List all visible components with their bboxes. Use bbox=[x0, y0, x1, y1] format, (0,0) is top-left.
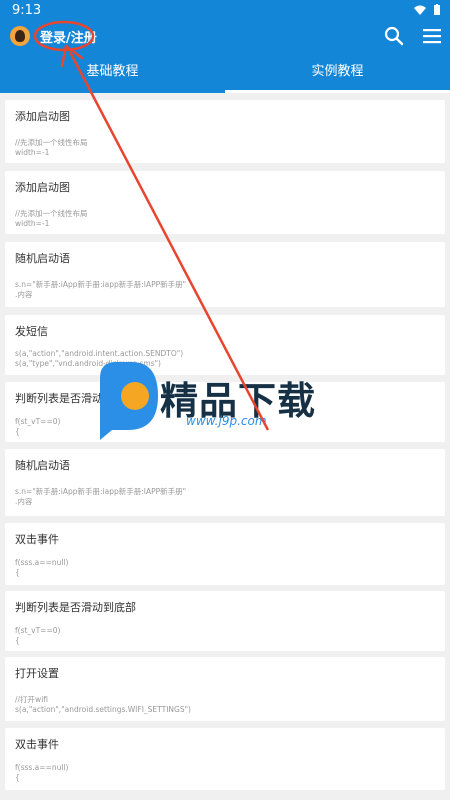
battery-icon bbox=[434, 4, 440, 15]
list-item[interactable]: 随机启动语 s.n="新手册:iApp新手册:iapp新手册:IAPP新手册" … bbox=[5, 242, 445, 307]
list-item[interactable]: 随机启动语 s.n="新手册:iApp新手册:iapp新手册:IAPP新手册" … bbox=[5, 449, 445, 516]
list-item[interactable]: 双击事件 f(sss.a==null) { bbox=[5, 728, 445, 790]
list-item-title: 随机启动语 bbox=[15, 459, 70, 472]
list-item-snippet: s.n="新手册:iApp新手册:iapp新手册:IAPP新手册" .内容 bbox=[15, 280, 187, 299]
list-item[interactable]: 双击事件 f(sss.a==null) { bbox=[5, 523, 445, 585]
login-register-link[interactable]: 登录/注册 bbox=[40, 27, 97, 46]
list-item-title: 打开设置 bbox=[15, 667, 59, 680]
list-item[interactable]: 打开设置 //打开wifi s(a,"action","android.sett… bbox=[5, 657, 445, 721]
list-item-title: 添加启动图 bbox=[15, 181, 70, 194]
menu-icon[interactable] bbox=[421, 25, 443, 47]
list-item[interactable]: 添加启动图 //先添加一个线性布局 width=-1 bbox=[5, 100, 445, 163]
tab-basic-tutorial[interactable]: 基础教程 bbox=[0, 53, 225, 93]
list-item-snippet: //先添加一个线性布局 width=-1 bbox=[15, 209, 88, 228]
app-bar: 9:13 登录/注册 基础教程 实例教程 bbox=[0, 0, 450, 93]
list-item-snippet: f(st_vT==0) { bbox=[15, 626, 61, 645]
toolbar: 登录/注册 bbox=[0, 20, 450, 53]
status-bar: 9:13 bbox=[0, 0, 450, 20]
list-item-snippet: f(sss.a==null) { bbox=[15, 763, 69, 782]
list-item-title: 发短信 bbox=[15, 325, 48, 338]
list-item-snippet: s(a,"action","android.intent.action.SEND… bbox=[15, 349, 184, 368]
watermark-url: www.j9p.com bbox=[186, 414, 267, 428]
list-item-title: 双击事件 bbox=[15, 533, 59, 546]
list-item-snippet: f(st_vT==0) { bbox=[15, 417, 61, 436]
list-item[interactable]: 判断列表是否滑动到底部 f(st_vT==0) { bbox=[5, 591, 445, 651]
list-item-snippet: //打开wifi s(a,"action","android.settings.… bbox=[15, 695, 191, 714]
list-item-title: 判断列表是否滑动到底部 bbox=[15, 392, 136, 405]
list-item-title: 双击事件 bbox=[15, 738, 59, 751]
list-item-snippet: f(sss.a==null) { bbox=[15, 558, 69, 577]
list-item-title: 随机启动语 bbox=[15, 252, 70, 265]
tab-example-tutorial[interactable]: 实例教程 bbox=[225, 53, 450, 93]
list-item-title: 添加启动图 bbox=[15, 110, 70, 123]
list-item-title: 判断列表是否滑动到底部 bbox=[15, 601, 136, 614]
list-item-snippet: //先添加一个线性布局 width=-1 bbox=[15, 138, 88, 157]
avatar[interactable] bbox=[10, 26, 30, 46]
status-time: 9:13 bbox=[12, 3, 42, 18]
list-item[interactable]: 添加启动图 //先添加一个线性布局 width=-1 bbox=[5, 171, 445, 234]
status-icons bbox=[414, 4, 440, 15]
tab-bar: 基础教程 实例教程 bbox=[0, 53, 450, 93]
wifi-icon bbox=[414, 5, 426, 15]
list-item-snippet: s.n="新手册:iApp新手册:iapp新手册:IAPP新手册" .内容 bbox=[15, 487, 187, 506]
list-item[interactable]: 发短信 s(a,"action","android.intent.action.… bbox=[5, 315, 445, 375]
search-icon[interactable] bbox=[383, 25, 405, 47]
